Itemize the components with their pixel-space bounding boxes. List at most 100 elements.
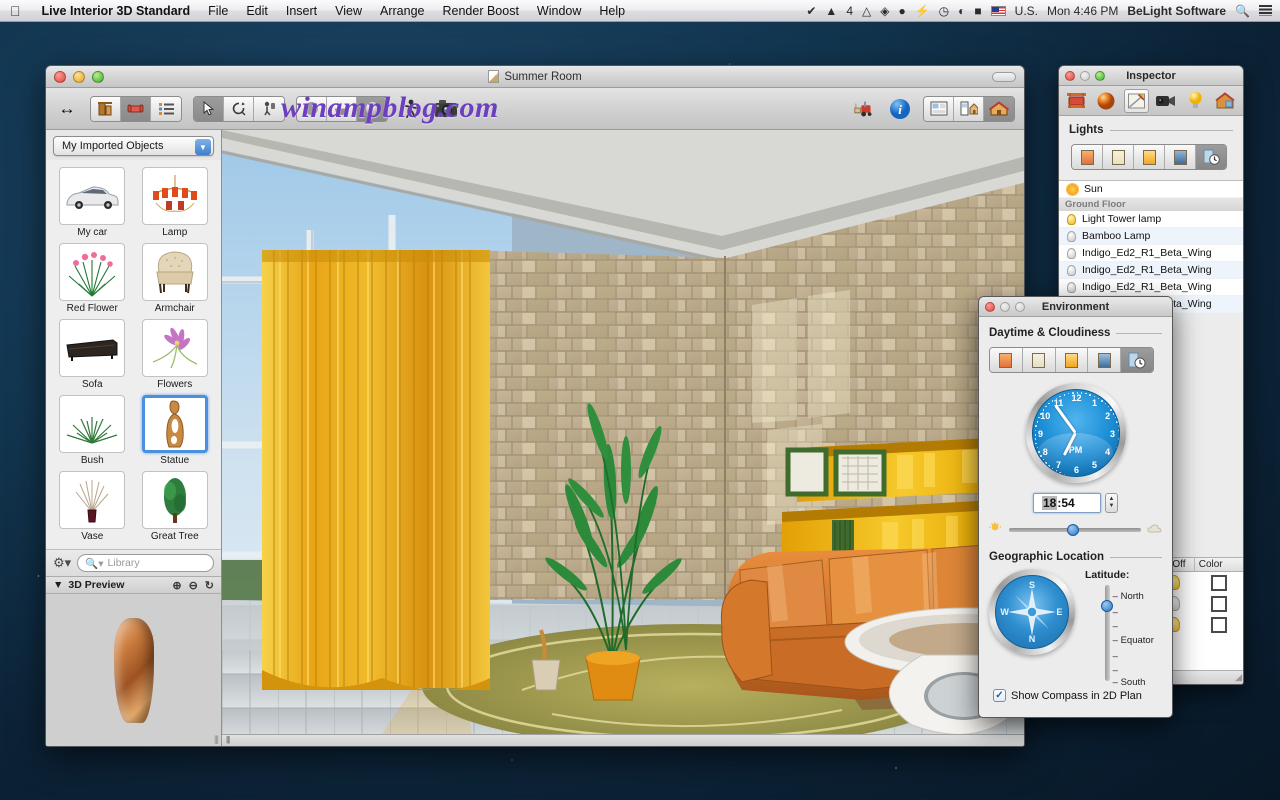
bulb-icon[interactable]	[1067, 230, 1076, 242]
time-minute[interactable]: 54	[1061, 496, 1074, 510]
light-row-indigo-2[interactable]: Indigo_Ed2_R1_Beta_Wing	[1059, 262, 1243, 279]
daytime-clock[interactable]: PM 12 1 2 3 4 5 6 7 8 9 10 11	[989, 383, 1162, 483]
zoom-out-icon[interactable]: ⊖	[189, 579, 198, 592]
search-icon[interactable]: 🔍	[1235, 5, 1250, 17]
latitude-slider[interactable]	[1100, 585, 1113, 681]
tab-light[interactable]	[1183, 89, 1208, 113]
disclosure-triangle-icon[interactable]: ▼	[53, 579, 63, 591]
color-swatch[interactable]	[1211, 574, 1227, 591]
tab-camera[interactable]	[1153, 89, 1178, 113]
menu-arrange[interactable]: Arrange	[371, 0, 433, 22]
object-cell-statue[interactable]: Statue	[137, 395, 214, 466]
flash-icon[interactable]: ⚡	[915, 5, 930, 17]
inspector-title-bar[interactable]: Inspector	[1059, 66, 1243, 86]
tab-environment[interactable]	[1213, 89, 1238, 113]
menu-app-name[interactable]: Live Interior 3D Standard	[33, 0, 200, 22]
table-header-color[interactable]: Color	[1195, 558, 1243, 571]
checkbox[interactable]: ✓	[993, 689, 1006, 702]
object-cell-flowers[interactable]: Flowers	[137, 319, 214, 390]
menu-help[interactable]: Help	[590, 0, 634, 22]
chevron-down-icon[interactable]: ▼	[195, 139, 211, 155]
menu-insert[interactable]: Insert	[277, 0, 326, 22]
tab-object[interactable]	[1064, 89, 1089, 113]
compass-control[interactable]: N E S W	[989, 569, 1075, 655]
search-input[interactable]: 🔍▾ Library	[77, 554, 214, 572]
latitude-knob[interactable]	[1100, 600, 1113, 613]
object-cell-lamp[interactable]: Lamp	[137, 167, 214, 238]
split-view-icon[interactable]	[954, 96, 984, 121]
current-user[interactable]: BeLight Software	[1127, 5, 1226, 17]
tab-material[interactable]	[1094, 89, 1119, 113]
bulb-icon[interactable]	[1067, 247, 1076, 259]
morning-icon[interactable]	[1072, 145, 1103, 169]
custom-time-icon[interactable]	[1121, 348, 1153, 372]
battery-icon[interactable]: ■	[974, 5, 981, 17]
bulb-icon[interactable]	[1067, 281, 1076, 293]
environment-title-bar[interactable]: Environment	[979, 297, 1172, 317]
light-row-light-tower-lamp[interactable]: Light Tower lamp	[1059, 211, 1243, 228]
bulb-icon[interactable]	[1067, 213, 1076, 225]
menu-window[interactable]: Window	[528, 0, 590, 22]
input-locale-label[interactable]: U.S.	[1015, 5, 1038, 17]
menu-edit[interactable]: Edit	[237, 0, 277, 22]
menu-view[interactable]: View	[326, 0, 371, 22]
color-swatch[interactable]	[1211, 616, 1227, 633]
bulb-icon[interactable]	[1067, 264, 1076, 276]
object-cell-my-car[interactable]: My car	[54, 167, 131, 238]
viewport-3d[interactable]: |||	[222, 130, 1024, 746]
forklift-icon[interactable]	[853, 97, 877, 121]
light-row-indigo-1[interactable]: Indigo_Ed2_R1_Beta_Wing	[1059, 245, 1243, 262]
light-row-bamboo-lamp[interactable]: Bamboo Lamp	[1059, 228, 1243, 245]
rotate-icon[interactable]: ↻	[205, 579, 214, 592]
light-row-indigo-3[interactable]: Indigo_Ed2_R1_Beta_Wing	[1059, 279, 1243, 296]
object-cell-vase[interactable]: Vase	[54, 471, 131, 542]
clock-minute-hand[interactable]	[1054, 404, 1077, 434]
list-icon[interactable]	[151, 96, 181, 121]
time-input[interactable]: 18:54	[1033, 493, 1101, 513]
rotate-icon[interactable]	[224, 96, 254, 121]
object-cell-bush[interactable]: Bush	[54, 395, 131, 466]
apple-menu-icon[interactable]: 	[10, 4, 21, 18]
arrow-select-icon[interactable]	[194, 96, 224, 121]
cloudiness-slider[interactable]	[1009, 524, 1141, 536]
object-cell-sofa[interactable]: Sofa	[54, 319, 131, 390]
collection-popup-button[interactable]: My Imported Objects ▼	[53, 136, 214, 156]
object-cell-red-flower[interactable]: Red Flower	[54, 243, 131, 314]
checkmark-circle-icon[interactable]: ✔︎	[806, 5, 816, 17]
toolbar-toggle-button[interactable]	[992, 71, 1016, 82]
plan-2d-icon[interactable]	[924, 96, 954, 121]
custom-time-icon[interactable]	[1196, 145, 1226, 169]
object-cell-armchair[interactable]: Armchair	[137, 243, 214, 314]
3d-view-icon[interactable]	[984, 96, 1014, 121]
arrows-horizontal-icon[interactable]: ↔	[55, 97, 79, 121]
tab-edit[interactable]	[1123, 88, 1149, 113]
menu-render-boost[interactable]: Render Boost	[433, 0, 527, 22]
overcast-icon[interactable]	[1022, 348, 1056, 372]
evernote-icon[interactable]: ●	[898, 5, 905, 17]
sunny-icon[interactable]	[1055, 348, 1089, 372]
us-flag-icon[interactable]	[990, 5, 1006, 16]
armchair-icon[interactable]	[121, 96, 151, 121]
evening-icon[interactable]	[1134, 145, 1165, 169]
dropbox-icon[interactable]: ◈	[880, 5, 889, 17]
sunrise-icon[interactable]	[990, 348, 1023, 372]
adobe-icon[interactable]: ▲	[825, 5, 837, 17]
night-icon[interactable]	[1088, 348, 1122, 372]
time-machine-icon[interactable]: ◷	[939, 5, 949, 17]
info-icon[interactable]: i	[888, 97, 912, 121]
day-icon[interactable]	[1103, 145, 1134, 169]
menu-bar-clock[interactable]: Mon 4:46 PM	[1047, 5, 1118, 17]
time-hour[interactable]: 18	[1042, 496, 1058, 510]
resize-grip-icon[interactable]: |||	[214, 734, 219, 744]
slider-knob[interactable]	[1067, 524, 1080, 536]
gear-icon[interactable]: ⚙▾	[53, 555, 71, 571]
preview-3d-canvas[interactable]: |||	[46, 594, 221, 746]
building-icon[interactable]	[91, 96, 121, 121]
wifi-icon[interactable]: ◐	[958, 5, 965, 17]
object-cell-great-tree[interactable]: Great Tree	[137, 471, 214, 542]
google-drive-icon[interactable]: △	[862, 5, 871, 17]
light-row-sun[interactable]: Sun	[1059, 181, 1243, 198]
menu-file[interactable]: File	[199, 0, 237, 22]
zoom-in-icon[interactable]: ⊕	[172, 579, 181, 592]
night-icon[interactable]	[1165, 145, 1196, 169]
